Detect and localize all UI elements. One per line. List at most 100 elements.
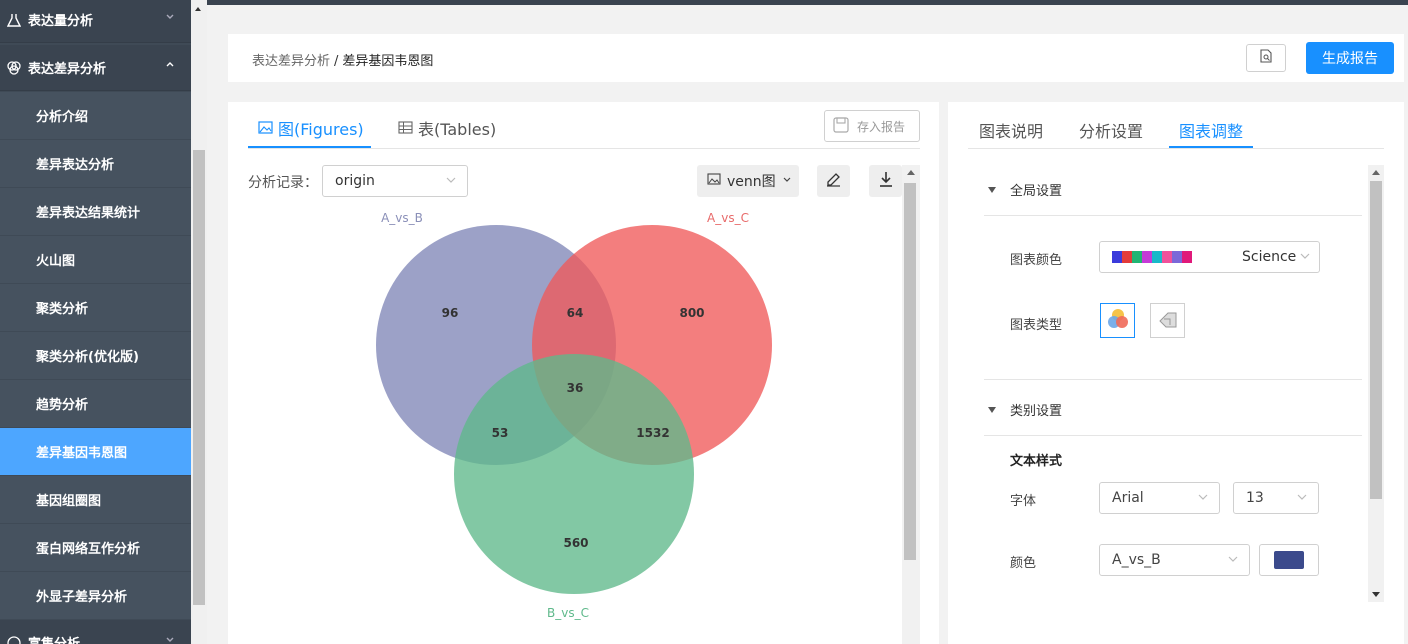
section-divider	[984, 215, 1362, 216]
tab-divider	[248, 148, 920, 149]
beaker-icon	[6, 12, 22, 28]
section-title: 类别设置	[1010, 404, 1063, 419]
tab-label: 图(Figures)	[278, 120, 364, 139]
tab-tables[interactable]: 表(Tables)	[398, 116, 496, 140]
sidebar-item-diff-expression[interactable]: 差异表达分析	[0, 140, 191, 188]
sidebar-item-label: 分析介绍	[36, 110, 89, 125]
document-button[interactable]	[1246, 44, 1286, 72]
palette-swatches	[1112, 251, 1192, 263]
font-size-select[interactable]: 13	[1233, 482, 1319, 514]
font-family-select[interactable]: Arial	[1099, 482, 1220, 514]
figure-scrollbar[interactable]	[902, 165, 920, 644]
caret-down-icon	[988, 182, 996, 197]
scroll-up-icon[interactable]	[1372, 170, 1380, 175]
breadcrumb-parent[interactable]: 表达差异分析	[252, 54, 330, 69]
breadcrumb-separator: /	[334, 54, 339, 69]
venn-region-value: 560	[563, 536, 588, 550]
chart-color-select[interactable]: Science	[1099, 241, 1320, 273]
sidebar-item-cluster-optimized[interactable]: 聚类分析(优化版)	[0, 332, 191, 380]
table-icon	[398, 119, 413, 138]
sidebar: 表达量分析 表达差异分析 分析介绍 差异表达分析 差异表达结果统计 火山图 聚类…	[0, 0, 191, 644]
sidebar-item-volcano[interactable]: 火山图	[0, 236, 191, 284]
sidebar-item-cluster[interactable]: 聚类分析	[0, 284, 191, 332]
caret-down-icon	[988, 402, 996, 417]
record-select[interactable]: origin	[322, 165, 468, 197]
chart-type-upset-button[interactable]	[1150, 303, 1185, 338]
settings-panel: 图表说明 分析设置 图表调整 全局设置 图表颜色 Science 图表类型 类别…	[948, 102, 1404, 644]
breadcrumb: 表达差异分析 / 差异基因韦恩图	[252, 50, 433, 69]
color-label: 颜色	[1010, 556, 1037, 571]
generate-report-button[interactable]: 生成报告	[1306, 42, 1394, 74]
chart-type-venn-button[interactable]	[1100, 303, 1135, 338]
chevron-down-icon	[165, 11, 175, 26]
global-settings-header[interactable]: 全局设置	[988, 180, 1062, 199]
palette-swatch	[1172, 251, 1182, 263]
palette-swatch	[1122, 251, 1132, 263]
tab-divider	[968, 148, 1384, 149]
color-picker[interactable]	[1259, 544, 1319, 576]
chart-type-select[interactable]: venn图	[697, 165, 799, 197]
scroll-up-icon[interactable]	[907, 170, 915, 175]
chevron-down-icon	[445, 174, 457, 190]
color-target-select[interactable]: A_vs_B	[1099, 544, 1250, 576]
document-icon	[1260, 49, 1272, 67]
sidebar-item-label: 聚类分析(优化版)	[36, 350, 139, 365]
flower-venn-icon	[1156, 307, 1180, 335]
edit-button[interactable]	[817, 165, 850, 197]
scrollbar-thumb[interactable]	[193, 150, 205, 605]
sidebar-group-expression[interactable]: 表达量分析	[0, 0, 191, 43]
chevron-down-icon	[1197, 491, 1209, 507]
save-to-report-button[interactable]: 存入报告	[824, 110, 920, 142]
scroll-down-icon[interactable]	[1372, 592, 1380, 597]
sidebar-group-diff[interactable]: 表达差异分析	[0, 45, 191, 91]
sidebar-item-label: 差异表达分析	[36, 158, 115, 173]
sidebar-item-label: 差异基因韦恩图	[36, 446, 128, 461]
sidebar-item-label: 差异表达结果统计	[36, 206, 141, 221]
venn-region-value: 800	[679, 306, 704, 320]
palette-swatch	[1112, 251, 1122, 263]
category-settings-header[interactable]: 类别设置	[988, 400, 1062, 419]
venn-set-label: B_vs_C	[547, 606, 589, 620]
sidebar-item-trend[interactable]: 趋势分析	[0, 380, 191, 428]
record-label: 分析记录：	[248, 175, 318, 191]
chevron-up-icon	[165, 59, 175, 74]
tab-analysis-settings[interactable]: 分析设置	[1079, 118, 1143, 142]
save-icon	[833, 116, 849, 136]
sidebar-group-label: 表达差异分析	[28, 62, 107, 77]
scrollbar-thumb[interactable]	[904, 183, 916, 560]
sidebar-item-label: 聚类分析	[36, 302, 89, 317]
venn-set-label: A_vs_C	[707, 211, 749, 225]
scroll-up-icon[interactable]	[195, 7, 201, 11]
font-size-value: 13	[1246, 490, 1264, 506]
section-divider	[984, 435, 1362, 436]
palette-swatch	[1182, 251, 1192, 263]
color-swatch	[1274, 551, 1304, 569]
sidebar-scrollbar[interactable]	[191, 0, 207, 644]
tab-chart-description[interactable]: 图表说明	[979, 118, 1043, 142]
sidebar-item-intro[interactable]: 分析介绍	[0, 92, 191, 140]
sidebar-item-diff-stats[interactable]: 差异表达结果统计	[0, 188, 191, 236]
color-target-value: A_vs_B	[1112, 552, 1161, 568]
sidebar-item-exon[interactable]: 外显子差异分析	[0, 572, 191, 620]
image-icon	[258, 119, 273, 138]
sidebar-item-circos[interactable]: 基因组圈图	[0, 476, 191, 524]
download-button[interactable]	[869, 165, 902, 197]
tab-chart-adjust[interactable]: 图表调整	[1179, 118, 1243, 142]
chevron-down-icon	[1299, 250, 1311, 266]
sidebar-group-label: 表达量分析	[28, 14, 94, 29]
scrollbar-thumb[interactable]	[1370, 181, 1382, 499]
sidebar-group-enrichment[interactable]: 富集分析	[0, 620, 191, 644]
sidebar-item-label: 火山图	[36, 254, 76, 269]
venn-set-label: A_vs_B	[381, 211, 423, 225]
palette-swatch	[1162, 251, 1172, 263]
download-icon	[879, 171, 893, 191]
chart-color-value: Science	[1242, 249, 1297, 265]
sidebar-item-ppi[interactable]: 蛋白网络互作分析	[0, 524, 191, 572]
sidebar-item-venn[interactable]: 差异基因韦恩图	[0, 428, 191, 476]
tab-label: 表(Tables)	[418, 120, 497, 139]
venn-icon	[1105, 306, 1131, 336]
record-select-value: origin	[335, 173, 375, 189]
settings-scrollbar[interactable]	[1368, 165, 1384, 602]
sidebar-group-label: 富集分析	[28, 633, 80, 644]
tab-figures[interactable]: 图(Figures)	[258, 116, 364, 140]
